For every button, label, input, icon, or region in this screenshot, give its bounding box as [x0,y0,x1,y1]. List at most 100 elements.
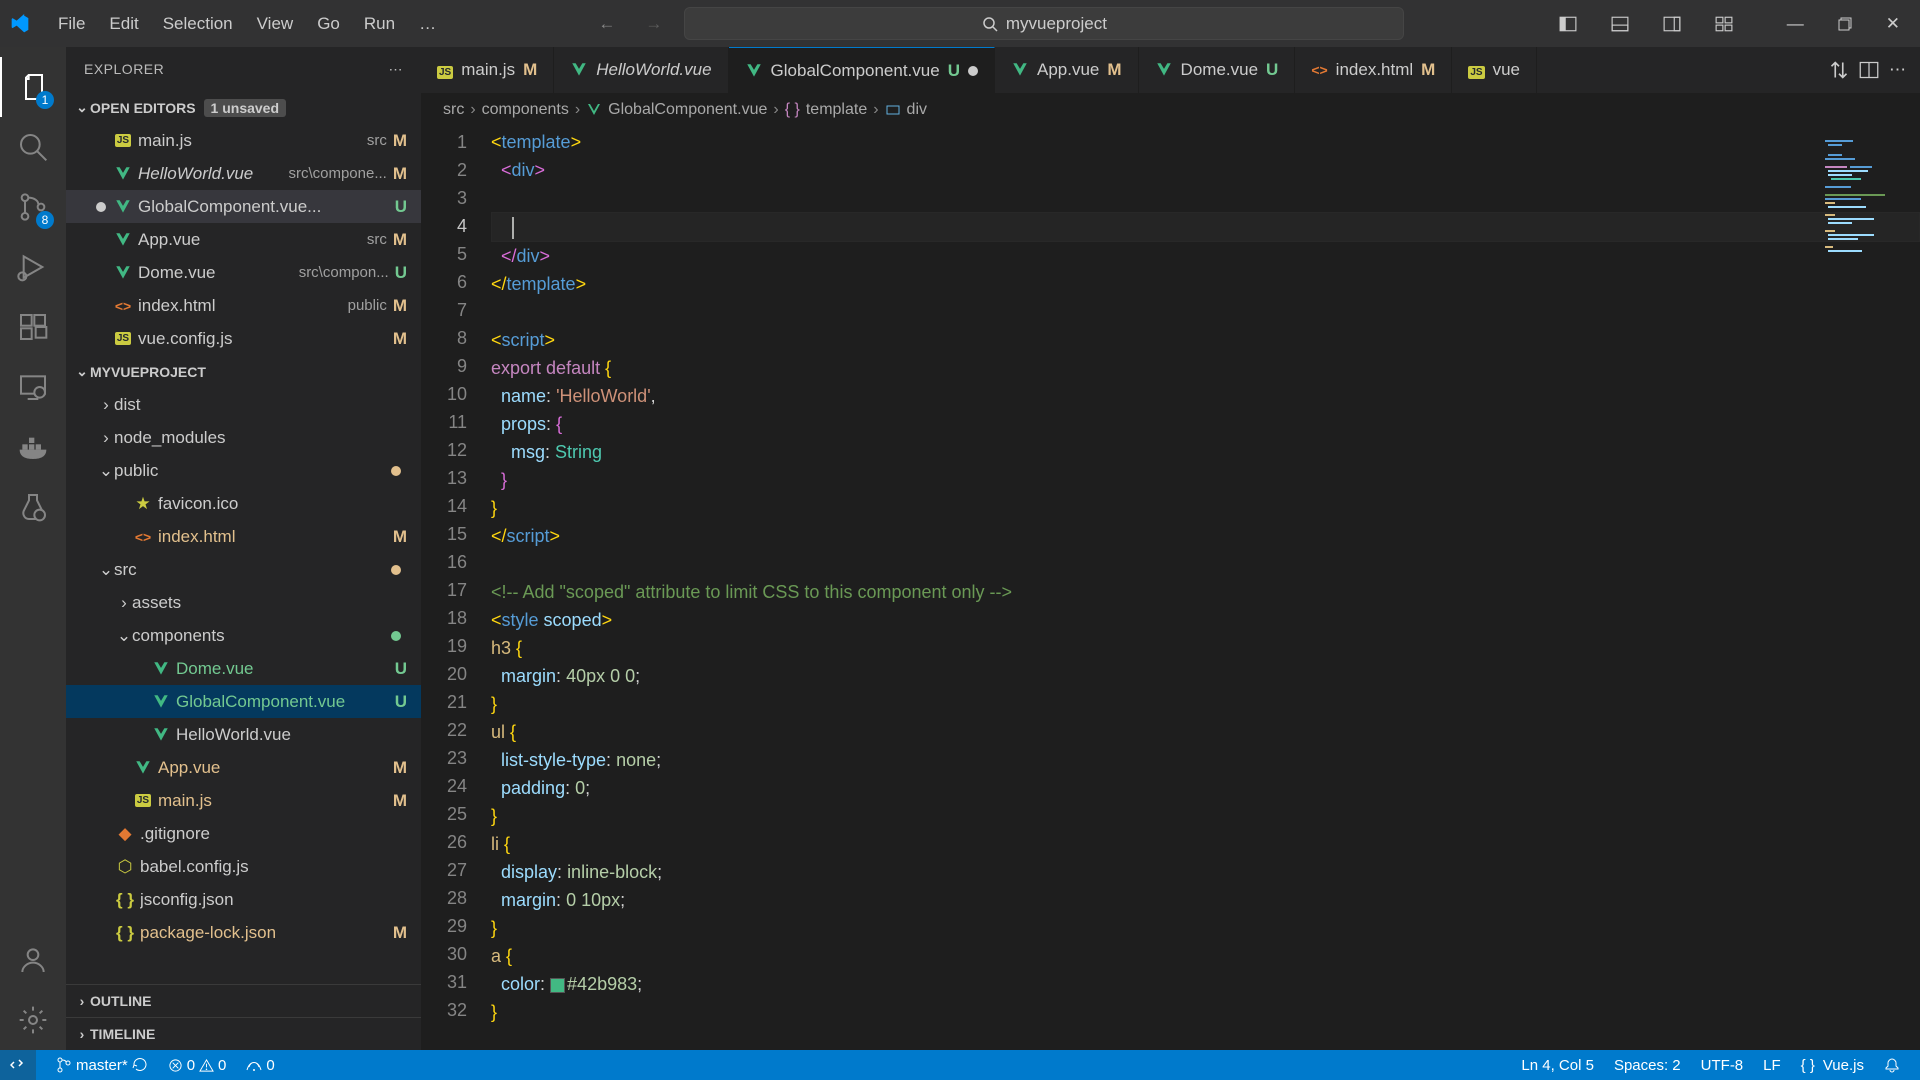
folder-item[interactable]: ⌄public [66,454,421,487]
scm-badge: 8 [36,211,54,229]
file-item[interactable]: ◆.gitignore [66,817,421,850]
window-restore-icon[interactable] [1828,11,1862,37]
minimap[interactable] [1822,136,1902,286]
open-editor-item[interactable]: HelloWorld.vuesrc\compone...M [66,157,421,190]
file-item[interactable]: App.vueM [66,751,421,784]
open-editor-item[interactable]: JSvue.config.jsM [66,322,421,355]
status-problems[interactable]: 0 0 [158,1057,237,1074]
folder-item[interactable]: ›assets [66,586,421,619]
activity-debug[interactable] [0,237,66,297]
layout-customize-icon[interactable] [1705,9,1743,39]
activity-bar: 1 8 [0,47,66,1050]
activity-testing[interactable] [0,477,66,537]
menu-file[interactable]: File [48,8,95,40]
folder-item[interactable]: ›node_modules [66,421,421,454]
file-icon [1011,61,1029,79]
status-eol[interactable]: LF [1753,1057,1791,1074]
tab-label: Dome.vue [1181,60,1258,80]
menu-view[interactable]: View [247,8,304,40]
status-language[interactable]: { }Vue.js [1791,1057,1874,1074]
layout-panel-icon[interactable] [1601,9,1639,39]
tab-more-icon[interactable]: ⋯ [1889,60,1906,80]
folder-item[interactable]: ⌄src [66,553,421,586]
code-content[interactable]: <template> <div> </div></template> <scri… [491,126,1920,1050]
status-bar: master* 0 0 0 Ln 4, Col 5 Spaces: 2 UTF-… [0,1050,1920,1080]
breadcrumb-file[interactable]: GlobalComponent.vue [586,101,767,119]
file-item[interactable]: ⬡babel.config.js [66,850,421,883]
editor-tab[interactable]: Dome.vueU [1139,47,1296,93]
activity-source-control[interactable]: 8 [0,177,66,237]
status-notifications-icon[interactable] [1874,1057,1910,1073]
tab-split-icon[interactable] [1859,60,1879,80]
editor-tab[interactable]: JSvue [1452,47,1537,93]
status-remote[interactable] [0,1050,36,1080]
timeline-header[interactable]: ›TIMELINE [66,1017,421,1050]
nav-forward-icon[interactable]: → [637,10,670,38]
dirty-indicator-icon [968,66,978,76]
activity-search[interactable] [0,117,66,177]
file-item[interactable]: GlobalComponent.vueU [66,685,421,718]
menu-more[interactable]: … [409,8,446,40]
status-spaces[interactable]: Spaces: 2 [1604,1057,1691,1074]
status-branch[interactable]: master* [46,1057,158,1074]
layout-secondary-sidebar-icon[interactable] [1653,9,1691,39]
menu-run[interactable]: Run [354,8,405,40]
outline-header[interactable]: ›OUTLINE [66,984,421,1017]
open-editor-item[interactable]: GlobalComponent.vue...U [66,190,421,223]
scm-status: M [393,296,407,316]
nav-back-icon[interactable]: ← [590,10,623,38]
item-label: node_modules [114,428,407,448]
window-minimize-icon[interactable]: — [1777,8,1814,40]
file-item[interactable]: JSmain.jsM [66,784,421,817]
open-editor-item[interactable]: Dome.vuesrc\compon...U [66,256,421,289]
breadcrumb-div[interactable]: div [885,101,927,119]
status-encoding[interactable]: UTF-8 [1691,1057,1754,1074]
editor-tab[interactable]: <>index.htmlM [1295,47,1452,93]
scm-status: U [395,659,407,679]
open-editor-item[interactable]: <>index.htmlpublicM [66,289,421,322]
file-item[interactable]: HelloWorld.vue [66,718,421,751]
editor-tab[interactable]: GlobalComponent.vueU [729,47,995,93]
open-editor-item[interactable]: JSmain.jssrcM [66,124,421,157]
item-label: Dome.vue [176,659,389,679]
editor-tab[interactable]: App.vueM [995,47,1139,93]
menu-edit[interactable]: Edit [99,8,148,40]
menu-selection[interactable]: Selection [153,8,243,40]
breadcrumb[interactable]: src› components› GlobalComponent.vue› { … [421,93,1920,126]
file-item[interactable]: { }jsconfig.json [66,883,421,916]
activity-settings[interactable] [0,990,66,1050]
file-item[interactable]: Dome.vue U [66,652,421,685]
activity-accounts[interactable] [0,930,66,990]
file-name: Dome.vue [138,263,293,283]
status-ports[interactable]: 0 [236,1057,284,1074]
file-icon: <> [1311,60,1327,80]
activity-extensions[interactable] [0,297,66,357]
activity-remote-explorer[interactable] [0,357,66,417]
editor-tab[interactable]: JSmain.jsM [421,47,554,93]
command-center[interactable]: myvueproject [684,7,1404,40]
layout-primary-sidebar-icon[interactable] [1549,9,1587,39]
menu-go[interactable]: Go [307,8,350,40]
open-editor-item[interactable]: App.vuesrcM [66,223,421,256]
item-label: components [132,626,391,646]
window-close-icon[interactable]: ✕ [1876,8,1910,40]
breadcrumb-components[interactable]: components [482,101,569,119]
status-cursor[interactable]: Ln 4, Col 5 [1511,1057,1604,1074]
breadcrumb-src[interactable]: src [443,101,464,119]
explorer-more-icon[interactable]: ⋯ [389,61,404,78]
file-item[interactable]: { }package-lock.jsonM [66,916,421,949]
folder-item[interactable]: ›dist [66,388,421,421]
file-item[interactable]: <>index.htmlM [66,520,421,553]
untracked-dot-icon [391,631,401,641]
folder-item[interactable]: ⌄components [66,619,421,652]
project-header[interactable]: ⌄ MYVUEPROJECT [66,355,421,388]
editor-tab[interactable]: HelloWorld.vue [554,47,728,93]
item-label: babel.config.js [140,857,407,877]
file-item[interactable]: ★favicon.ico [66,487,421,520]
tab-compare-icon[interactable] [1829,60,1849,80]
open-editors-header[interactable]: ⌄ OPEN EDITORS 1 unsaved [66,91,421,124]
breadcrumb-template[interactable]: { }template [785,101,868,119]
code-editor[interactable]: 1234567891011121314151617181920212223242… [421,126,1920,1050]
activity-explorer[interactable]: 1 [0,57,66,117]
activity-docker[interactable] [0,417,66,477]
